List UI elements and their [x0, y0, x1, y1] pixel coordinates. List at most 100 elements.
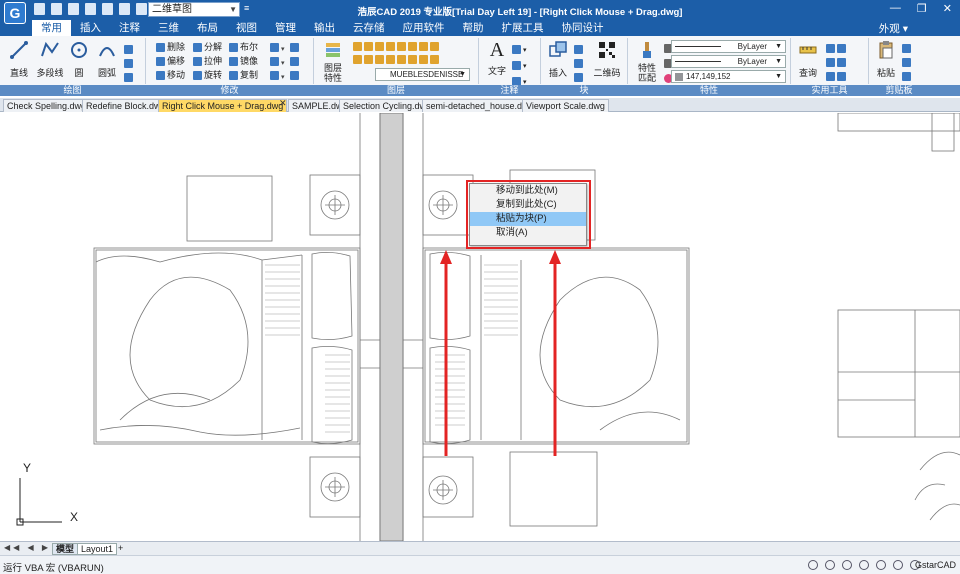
file-tab[interactable]: Viewport Scale.dwg — [522, 99, 609, 112]
distance-icon[interactable] — [826, 44, 835, 54]
layer-thaw-icon[interactable] — [408, 55, 417, 65]
file-tab[interactable]: semi-detached_house.dwg — [422, 99, 538, 112]
create-block-icon[interactable] — [574, 45, 583, 55]
close-tab-icon[interactable]: ✕ — [279, 98, 287, 109]
save-as-icon[interactable] — [85, 3, 96, 15]
tab-layout1[interactable]: Layout1 — [77, 543, 118, 555]
layer-state-icon[interactable] — [353, 42, 362, 52]
boolean-button[interactable]: 布尔 — [229, 40, 258, 54]
select-all-icon[interactable] — [837, 44, 846, 54]
current-layer-select[interactable]: MUEBLESDENISSE ▼ — [375, 68, 470, 81]
leader-icon[interactable] — [512, 61, 521, 71]
layer-on-icon[interactable] — [419, 55, 428, 65]
tab-help[interactable]: 帮助 — [454, 20, 493, 36]
annotation-scale-icon[interactable] — [825, 560, 835, 570]
move-button[interactable]: 移动 — [156, 68, 185, 82]
break-icon[interactable] — [290, 71, 299, 81]
layer-change-icon[interactable] — [386, 55, 395, 65]
chevron-down-icon[interactable]: ▾ — [281, 71, 290, 81]
arc-button[interactable]: 圆弧 — [96, 40, 118, 79]
chevron-down-icon[interactable]: ▾ — [523, 63, 527, 70]
chevron-down-icon[interactable]: ▾ — [281, 57, 290, 67]
isolate-icon[interactable] — [876, 560, 886, 570]
fillet-icon[interactable] — [270, 43, 279, 53]
rectangle-icon[interactable] — [124, 45, 133, 55]
undo-icon[interactable] — [119, 3, 130, 15]
extend-icon[interactable] — [290, 57, 299, 67]
layer-merge-icon[interactable] — [353, 55, 362, 65]
layer-unlock-icon[interactable] — [397, 55, 406, 65]
chevron-down-icon[interactable]: ▾ — [281, 43, 290, 53]
layer-off-icon[interactable] — [364, 42, 373, 52]
file-tab[interactable]: Check Spelling.dwg — [3, 99, 91, 112]
layer-walk-icon[interactable] — [430, 42, 439, 52]
save-icon[interactable] — [68, 3, 79, 15]
rotate-button[interactable]: 旋转 — [193, 68, 222, 82]
restore-button[interactable]: ❐ — [917, 2, 927, 15]
quick-select-icon[interactable] — [837, 58, 846, 68]
tab-view[interactable]: 视图 — [227, 20, 266, 36]
app-logo[interactable]: G — [4, 2, 26, 24]
qat-dropdown-icon[interactable]: ≡ — [244, 3, 249, 13]
qrcode-button[interactable]: 二维码 — [592, 40, 622, 79]
drawing-canvas[interactable]: Y X — [0, 113, 960, 541]
file-tab[interactable]: Selection Cycling.dwg — [339, 99, 436, 112]
tab-manage[interactable]: 管理 — [266, 20, 305, 36]
copy-button[interactable]: 复制 — [229, 68, 258, 82]
tab-apps[interactable]: 应用软件 — [394, 20, 454, 36]
lightbulb-icon[interactable] — [842, 560, 852, 570]
stretch-button[interactable]: 拉伸 — [193, 54, 222, 68]
chevron-down-icon[interactable]: ▾ — [523, 47, 527, 54]
lock-icon[interactable] — [859, 560, 869, 570]
tab-cloud[interactable]: 云存储 — [344, 20, 394, 36]
add-layout-icon[interactable]: + — [118, 543, 123, 553]
file-tab[interactable]: Redefine Block.dwg — [82, 99, 170, 112]
file-tab-active[interactable]: Right Click Mouse + Drag.dwg — [158, 99, 288, 112]
appearance-menu[interactable]: 外观 ▾ — [879, 21, 908, 36]
layer-unisolate-icon[interactable] — [430, 55, 439, 65]
minimize-button[interactable]: — — [890, 2, 901, 15]
hatch-icon[interactable] — [124, 59, 133, 69]
tab-layout[interactable]: 布局 — [188, 20, 227, 36]
id-point-icon[interactable] — [826, 72, 835, 82]
layer-properties-button[interactable]: 图层 特性 — [320, 40, 346, 83]
insert-block-button[interactable]: 插入 — [546, 40, 570, 79]
text-button[interactable]: A 文字 — [485, 40, 509, 77]
tab-annotate[interactable]: 注释 — [110, 20, 149, 36]
copy-clip-icon[interactable] — [902, 44, 911, 54]
close-button[interactable]: ✕ — [943, 2, 952, 15]
polyline-button[interactable]: 多段线 — [35, 40, 65, 79]
layer-lock-icon[interactable] — [397, 42, 406, 52]
tab-insert[interactable]: 插入 — [71, 20, 110, 36]
redo-icon[interactable] — [136, 3, 147, 15]
layer-freeze-icon[interactable] — [386, 42, 395, 52]
lineweight-select[interactable]: ByLayer ▼ — [671, 40, 786, 53]
tab-collab[interactable]: 协同设计 — [553, 20, 613, 36]
attribute-icon[interactable] — [574, 73, 583, 83]
query-button[interactable]: 查询 — [795, 40, 821, 79]
mirror-button[interactable]: 镜像 — [229, 54, 258, 68]
new-file-icon[interactable] — [34, 3, 45, 15]
scale-icon[interactable] — [290, 43, 299, 53]
gear-icon[interactable] — [808, 560, 818, 570]
linetype-select[interactable]: ByLayer ▼ — [671, 55, 786, 68]
layer-isolate-icon[interactable] — [375, 42, 384, 52]
color-select[interactable]: 147,149,152 ▼ — [671, 70, 786, 83]
layer-delete-icon[interactable] — [364, 55, 373, 65]
workspace-select[interactable]: 二维草图 ▼ — [148, 2, 240, 17]
tab-output[interactable]: 输出 — [305, 20, 344, 36]
layer-copy-icon[interactable] — [375, 55, 384, 65]
trim-icon[interactable] — [270, 57, 279, 67]
offset-button[interactable]: 偏移 — [156, 54, 185, 68]
print-icon[interactable] — [102, 3, 113, 15]
tab-3d[interactable]: 三维 — [149, 20, 188, 36]
circle-button[interactable]: 圆 — [69, 40, 89, 79]
dimension-icon[interactable] — [512, 45, 521, 55]
copy-with-base-icon[interactable] — [902, 72, 911, 82]
line-button[interactable]: 直线 — [8, 40, 30, 79]
point-icon[interactable] — [124, 73, 133, 83]
layer-prev-icon[interactable] — [419, 42, 428, 52]
paste-button[interactable]: 粘贴 — [874, 40, 898, 79]
cut-icon[interactable] — [902, 58, 911, 68]
erase-button[interactable]: 删除 — [156, 40, 185, 54]
